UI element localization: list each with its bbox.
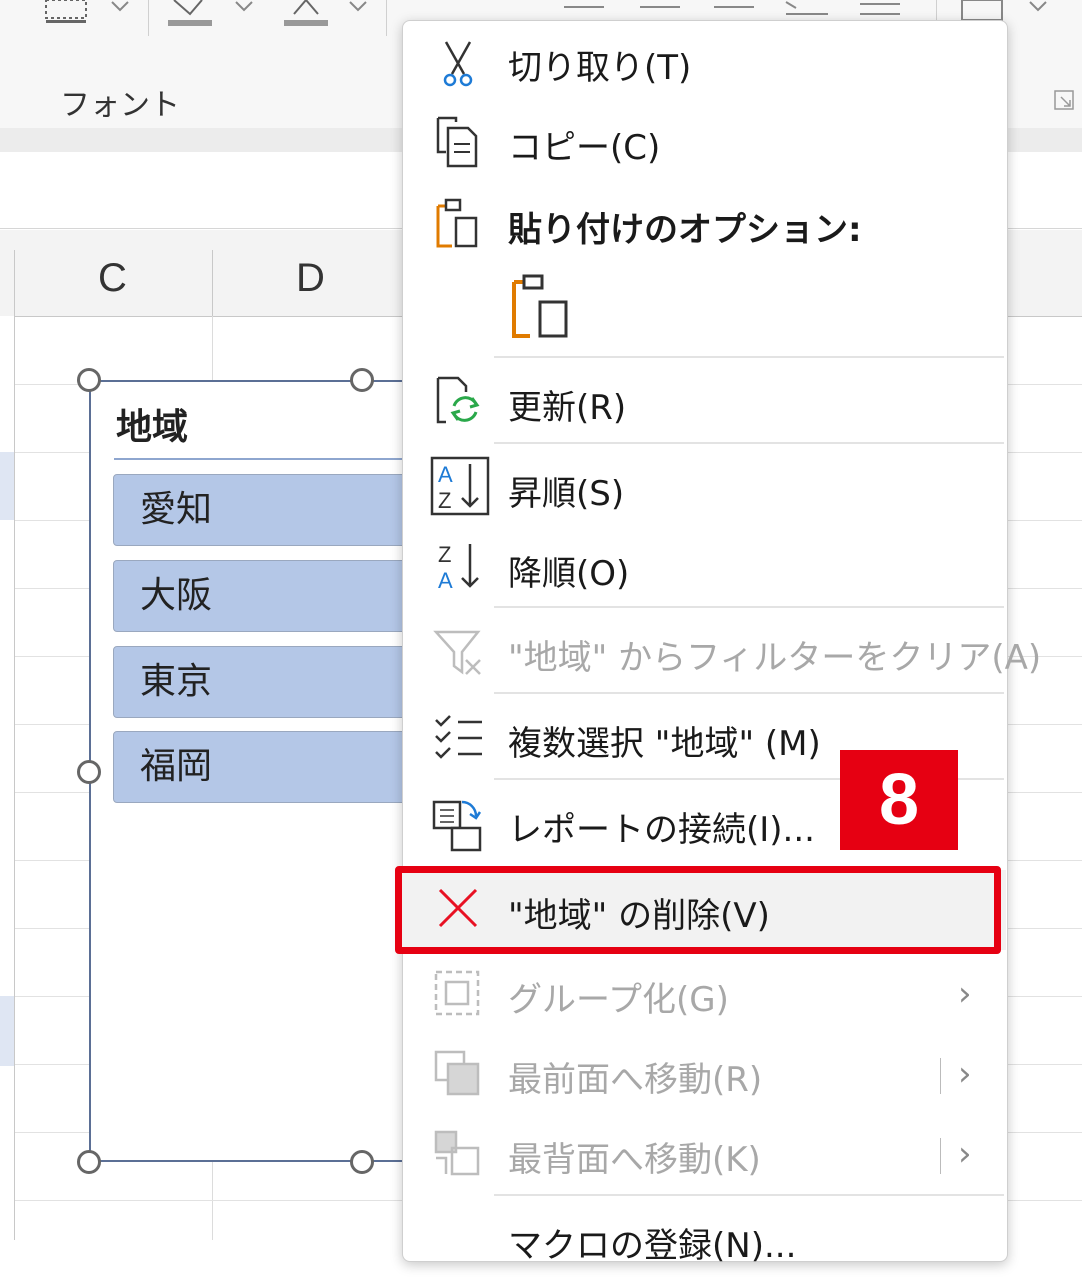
menu-item-label: レポートの接続(I)...: [508, 810, 815, 850]
menu-item-refresh[interactable]: 更新(R): [402, 362, 1006, 442]
row-highlight: [0, 996, 14, 1066]
menu-item-bring-to-front[interactable]: 最前面へ移動(R) ›: [402, 1034, 1006, 1114]
chevron-down-icon[interactable]: [346, 0, 370, 20]
copy-icon: [436, 116, 478, 168]
step-number-badge: 8: [840, 750, 958, 850]
menu-item-label: 貼り付けのオプション:: [508, 210, 862, 250]
svg-text:A: A: [438, 462, 453, 487]
dialog-launcher-icon[interactable]: [1052, 88, 1076, 112]
menu-item-label: マクロの登録(N)...: [508, 1226, 797, 1266]
menu-separator: [494, 692, 1004, 694]
paste-icon: [436, 198, 478, 248]
multi-select-icon: [435, 715, 482, 759]
menu-separator: [494, 356, 1004, 358]
svg-text:Z: Z: [438, 542, 451, 567]
menu-item-assign-macro[interactable]: マクロの登録(N)...: [402, 1200, 1006, 1280]
submenu-arrow-icon: ›: [958, 1134, 972, 1174]
svg-text:A: A: [438, 568, 453, 593]
borders-icon[interactable]: [42, 0, 92, 30]
menu-item-send-to-back[interactable]: 最背面へ移動(K) ›: [402, 1114, 1006, 1194]
column-divider: [212, 250, 213, 316]
menu-item-paste-options: 貼り付けのオプション:: [402, 184, 1006, 264]
menu-item-label: グループ化(G): [508, 980, 729, 1020]
column-header-c[interactable]: C: [98, 256, 127, 301]
menu-item-label: 複数選択 "地域" (M): [508, 724, 821, 764]
resize-handle-left[interactable]: [77, 760, 101, 784]
slicer-item-fukuoka[interactable]: 福岡: [113, 731, 413, 803]
send-to-back-icon: [434, 1130, 480, 1176]
chevron-down-icon[interactable]: [108, 0, 132, 20]
submenu-divider: [940, 1058, 941, 1094]
bring-to-front-icon: [434, 1050, 480, 1096]
group-icon: [434, 970, 480, 1016]
menu-separator: [494, 1194, 1004, 1196]
menu-item-label: 最背面へ移動(K): [508, 1140, 761, 1180]
menu-item-sort-descending[interactable]: Z A 降順(O): [402, 528, 1006, 608]
annotation-highlight-box: [395, 866, 1001, 954]
submenu-arrow-icon: ›: [958, 1054, 972, 1094]
column-header-d[interactable]: D: [296, 256, 325, 301]
menu-item-clear-filter[interactable]: "地域" からフィルターをクリア(A): [402, 612, 1041, 692]
menu-item-label: 更新(R): [508, 388, 627, 428]
svg-text:Z: Z: [438, 488, 451, 513]
menu-item-group[interactable]: グループ化(G) ›: [402, 954, 1006, 1034]
menu-item-label: 切り取り(T): [508, 48, 692, 88]
menu-item-sort-ascending[interactable]: A Z 昇順(S): [402, 448, 1006, 528]
sort-ascending-icon: A Z: [430, 456, 490, 516]
column-divider: [14, 250, 15, 316]
resize-handle-top[interactable]: [350, 368, 374, 392]
chevron-down-icon[interactable]: [1026, 0, 1050, 20]
menu-item-label: "地域" からフィルターをクリア(A): [508, 638, 1042, 678]
menu-item-label: 降順(O): [508, 554, 630, 594]
slicer-title: 地域: [116, 407, 189, 448]
slicer-item-aichi[interactable]: 愛知: [113, 474, 413, 546]
font-color-icon[interactable]: [282, 0, 332, 30]
fill-color-icon[interactable]: [166, 0, 216, 30]
menu-separator: [494, 606, 1004, 608]
resize-handle-top-left[interactable]: [77, 368, 101, 392]
submenu-arrow-icon: ›: [958, 974, 972, 1014]
refresh-icon: [436, 376, 480, 424]
clear-filter-icon: [433, 630, 481, 675]
ribbon-separator: [148, 0, 149, 36]
row-highlight: [0, 452, 14, 520]
slicer-item-osaka[interactable]: 大阪: [113, 560, 413, 632]
menu-item-label: コピー(C): [508, 128, 661, 168]
resize-handle-bottom[interactable]: [350, 1150, 374, 1174]
ribbon-group-label: フォント: [60, 88, 180, 123]
slicer-item-tokyo[interactable]: 東京: [113, 646, 413, 718]
menu-item-label: 昇順(S): [508, 474, 625, 514]
menu-item-copy[interactable]: コピー(C): [402, 102, 1006, 182]
submenu-divider: [940, 1138, 941, 1174]
menu-item-cut[interactable]: 切り取り(T): [402, 22, 1006, 102]
paste-option-icon[interactable]: [506, 272, 576, 342]
resize-handle-bottom-left[interactable]: [77, 1150, 101, 1174]
chevron-down-icon[interactable]: [232, 0, 256, 20]
ribbon-separator: [386, 0, 387, 36]
report-connections-icon: [432, 800, 482, 852]
scissors-icon: [443, 41, 473, 87]
sort-descending-icon: Z A: [438, 542, 479, 593]
slicer-divider: [114, 458, 414, 460]
menu-item-label: 最前面へ移動(R): [508, 1060, 763, 1100]
menu-separator: [494, 442, 1004, 444]
